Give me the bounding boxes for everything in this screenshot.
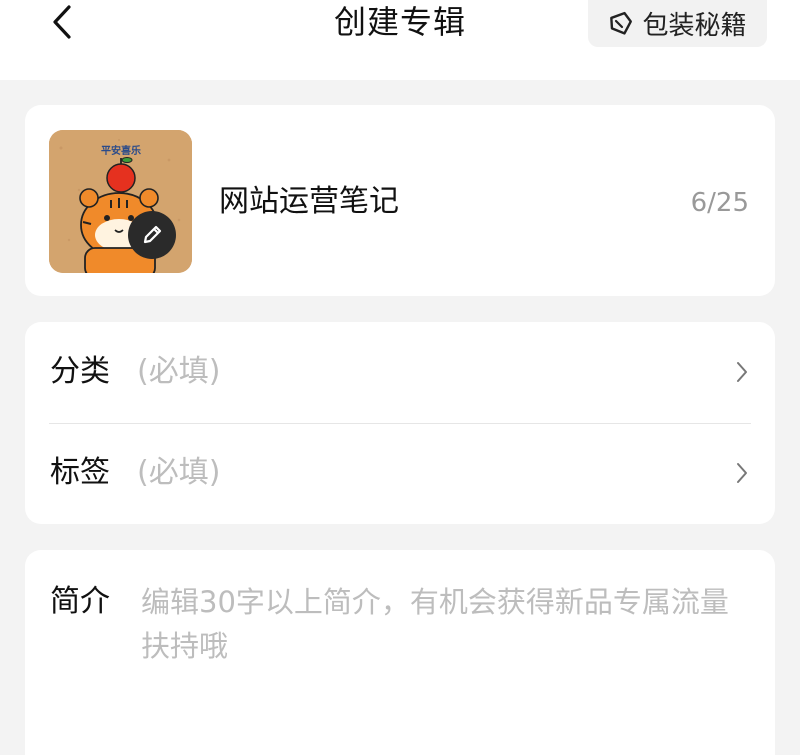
tags-placeholder: (必填) [137,455,221,490]
album-info-card: 平安喜乐 网站运营笔记 6/25 [25,105,775,296]
category-placeholder: (必填) [137,354,221,389]
required-fields-card: 分类 (必填) 标签 (必填) [25,322,775,524]
album-cover[interactable]: 平安喜乐 [49,130,192,273]
intro-textarea[interactable]: 编辑30字以上简介，有机会获得新品专属流量扶持哦 [141,580,751,668]
packaging-tips-button[interactable]: 包装秘籍 [588,0,767,47]
chevron-right-icon [737,463,747,483]
intro-label: 简介 [50,584,110,619]
tags-row[interactable]: 标签 (必填) [25,423,775,524]
category-label: 分类 [50,354,110,389]
tag-icon [610,11,633,35]
album-name-input[interactable]: 网站运营笔记 [219,177,399,227]
pencil-icon [143,225,162,244]
tags-label: 标签 [50,455,110,490]
name-char-counter: 6/25 [690,188,749,218]
cover-caption: 平安喜乐 [101,144,141,157]
cover-illustration: 平安喜乐 [49,130,192,273]
category-row[interactable]: 分类 (必填) [25,322,775,423]
packaging-tips-label: 包装秘籍 [642,11,747,41]
chevron-right-icon [737,362,747,382]
intro-card: 简介 编辑30字以上简介，有机会获得新品专属流量扶持哦 [25,550,775,755]
edit-cover-button[interactable] [128,211,176,259]
top-bar: 创建专辑 包装秘籍 [0,0,800,80]
